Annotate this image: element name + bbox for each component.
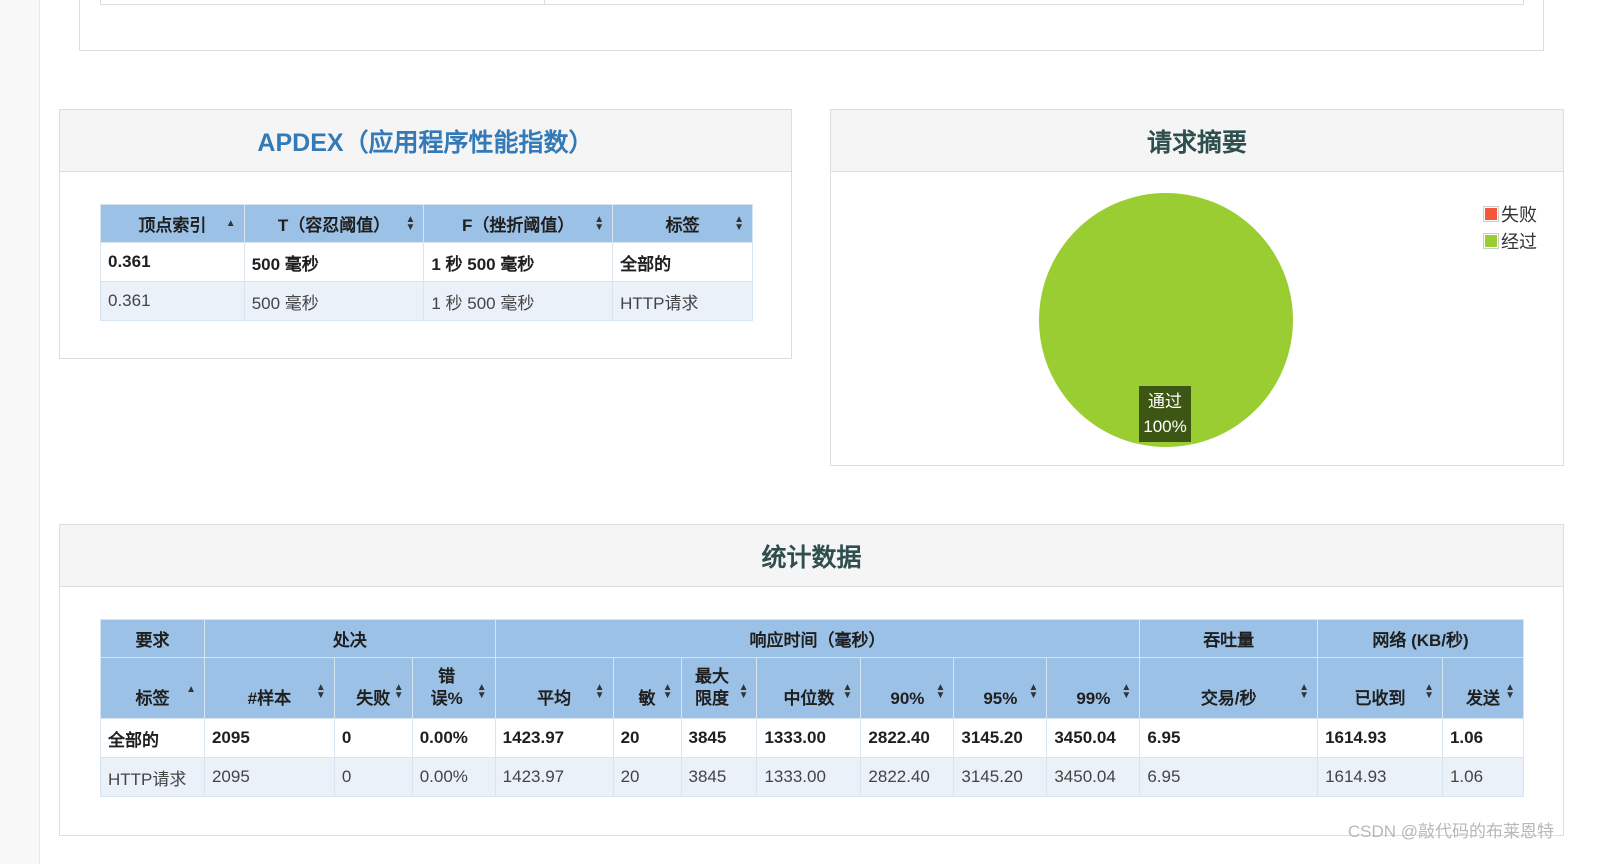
sort-icon: ▲ ▼	[842, 682, 853, 701]
col-header-error-pct[interactable]: 错误% ▲ ▼	[411, 657, 496, 719]
request-summary-title: 请求摘要	[831, 110, 1563, 172]
previous-panel	[79, 0, 1544, 51]
group-header-request: 要求	[100, 619, 205, 658]
table-row: 全部的 2095 0 0.00% 1423.97 20 3845 1333.00 2822.40…	[100, 718, 1525, 758]
col-header-min[interactable]: 敏 ▲ ▼	[612, 657, 682, 719]
group-header-executions: 处决	[203, 619, 496, 658]
group-header-throughput: 吞吐量	[1139, 619, 1319, 658]
sort-icon: ▲ ▼	[594, 213, 605, 233]
apdex-panel: APDEX（应用程序性能指数） 顶点索引 ▲ T（容忍阈值） ▲ ▼ F（挫折阈值） ▲…	[59, 109, 792, 359]
group-header-network: 网络 (KB/秒)	[1317, 619, 1524, 658]
apdex-title: APDEX（应用程序性能指数）	[60, 110, 791, 172]
apdex-header-t[interactable]: T（容忍阈值） ▲ ▼	[243, 204, 425, 243]
statistics-table: 要求 处决 响应时间（毫秒） 吞吐量 网络 (KB/秒) 标签 ▲ #样本 ▲ ▼ 失…	[100, 619, 1525, 797]
sort-icon: ▲ ▼	[1505, 682, 1515, 701]
col-header-p90[interactable]: 90% ▲ ▼	[860, 657, 955, 719]
sort-icon: ▲ ▼	[393, 682, 404, 701]
sort-icon: ▲ ▼	[734, 213, 744, 233]
request-summary-panel: 请求摘要 通过 100% 失败 经过	[830, 109, 1564, 466]
apdex-header-label[interactable]: 标签 ▲ ▼	[612, 204, 753, 243]
sort-icon: ▲ ▼	[1299, 682, 1310, 701]
legend-swatch-pass	[1485, 234, 1497, 247]
table-row: HTTP请求 2095 0 0.00% 1423.97 20 3845 1333.00 2822…	[100, 757, 1525, 797]
sort-icon: ▲ ▼	[594, 682, 605, 701]
table-row: 0.361 500 毫秒 1 秒 500 毫秒 HTTP请求	[100, 281, 753, 321]
col-header-p95[interactable]: 95% ▲ ▼	[953, 657, 1048, 719]
watermark: CSDN @敲代码的布莱恩特	[1347, 822, 1554, 841]
col-header-fail[interactable]: 失败 ▲ ▼	[333, 657, 413, 719]
sort-icon: ▲ ▼	[1424, 682, 1434, 701]
left-sidebar-gutter	[0, 0, 40, 864]
group-header-response-times: 响应时间（毫秒）	[494, 619, 1141, 658]
statistics-panel: 统计数据 要求 处决 响应时间（毫秒） 吞吐量 网络 (KB/秒) 标签 ▲ #样…	[59, 524, 1564, 836]
legend-item-pass[interactable]: 经过	[1483, 227, 1537, 254]
pie-slice-label: 通过 100%	[1139, 386, 1191, 442]
col-header-samples[interactable]: #样本 ▲ ▼	[203, 657, 335, 719]
statistics-title: 统计数据	[60, 525, 1563, 587]
pie-legend: 失败 经过	[1483, 200, 1537, 254]
sort-icon: ▲ ▼	[476, 682, 487, 701]
previous-table-bottom	[100, 0, 1524, 5]
col-header-max[interactable]: 最大限度 ▲ ▼	[680, 657, 758, 719]
apdex-header-f[interactable]: F（挫折阈值） ▲ ▼	[423, 204, 614, 243]
table-row: 0.361 500 毫秒 1 秒 500 毫秒 全部的	[100, 242, 753, 282]
sort-icon: ▲ ▼	[1121, 682, 1132, 701]
sort-icon: ▲ ▼	[315, 682, 326, 701]
col-header-transactions[interactable]: 交易/秒 ▲ ▼	[1139, 657, 1319, 719]
sort-asc-icon: ▲	[225, 217, 236, 229]
col-header-received[interactable]: 已收到 ▲ ▼	[1317, 657, 1443, 719]
sort-icon: ▲ ▼	[1028, 682, 1039, 701]
legend-item-fail[interactable]: 失败	[1483, 200, 1537, 227]
sort-icon: ▲ ▼	[662, 682, 673, 701]
col-header-label[interactable]: 标签 ▲	[100, 657, 205, 719]
sort-asc-icon: ▲	[186, 684, 196, 695]
legend-swatch-fail	[1485, 207, 1497, 220]
col-header-sent[interactable]: 发送 ▲ ▼	[1441, 657, 1525, 719]
col-header-average[interactable]: 平均 ▲ ▼	[494, 657, 614, 719]
col-header-median[interactable]: 中位数 ▲ ▼	[756, 657, 862, 719]
sort-icon: ▲ ▼	[935, 682, 946, 701]
apdex-table: 顶点索引 ▲ T（容忍阈值） ▲ ▼ F（挫折阈值） ▲ ▼ 标签 ▲ ▼ 0.361 500…	[100, 204, 753, 321]
sort-icon: ▲ ▼	[738, 682, 749, 701]
sort-icon: ▲ ▼	[405, 213, 416, 233]
col-header-p99[interactable]: 99% ▲ ▼	[1046, 657, 1141, 719]
apdex-header-index[interactable]: 顶点索引 ▲	[100, 204, 245, 243]
